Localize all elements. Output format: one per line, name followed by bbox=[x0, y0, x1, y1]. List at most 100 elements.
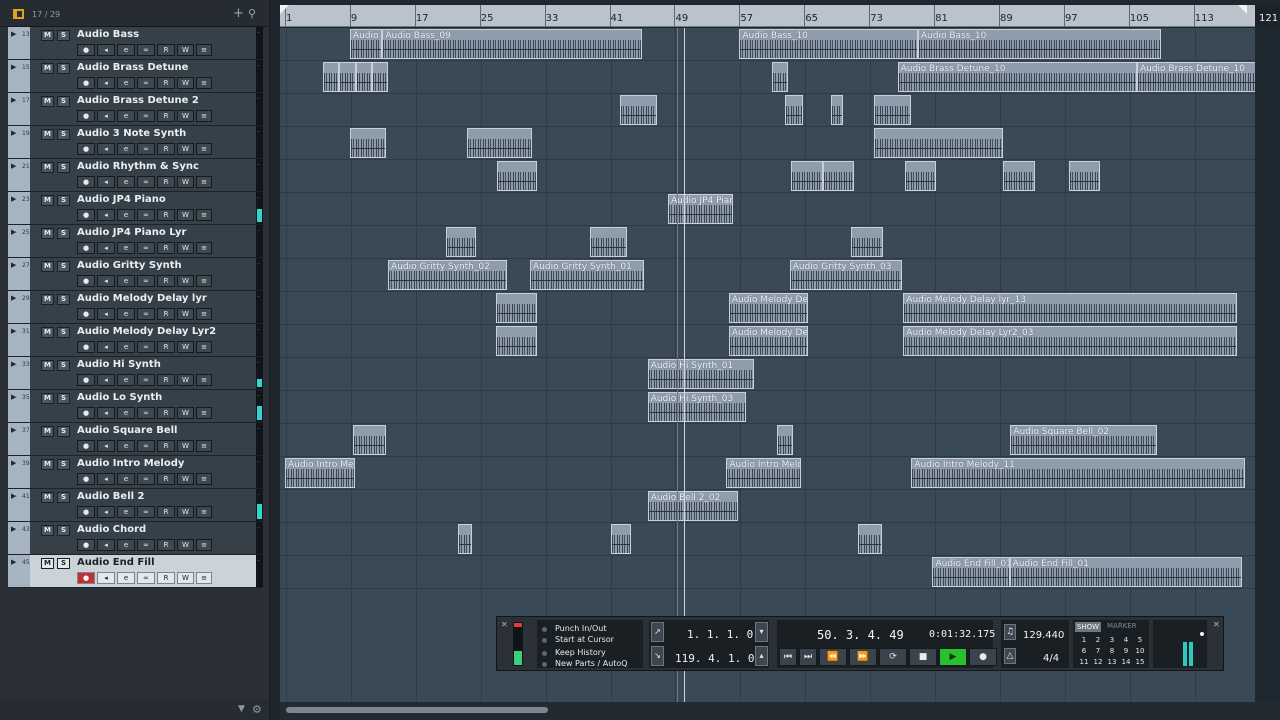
audio-event[interactable]: Audio Gritty Synth_01 bbox=[530, 260, 645, 290]
mute-button[interactable]: M bbox=[41, 492, 54, 503]
audio-event[interactable]: Audio Gritty Synth_02 bbox=[388, 260, 507, 290]
edit-channel-icon[interactable]: e bbox=[117, 77, 135, 89]
audio-event[interactable]: Audio Bass_10 bbox=[739, 29, 918, 59]
solo-button[interactable]: S bbox=[57, 558, 70, 569]
lanes-icon[interactable]: ≡ bbox=[196, 143, 212, 155]
mute-button[interactable]: M bbox=[41, 129, 54, 140]
horizontal-scrollbar[interactable] bbox=[280, 702, 1280, 720]
audio-event[interactable]: Audio Melody Del bbox=[728, 293, 809, 323]
solo-button[interactable]: S bbox=[57, 162, 70, 173]
left-locator-button[interactable]: ↗ bbox=[651, 622, 664, 642]
go-to-end-icon[interactable]: ⏭ bbox=[799, 648, 817, 666]
marker-number-button[interactable]: 1 bbox=[1077, 635, 1091, 645]
read-automation-button[interactable]: R bbox=[157, 473, 175, 485]
track-name[interactable]: Audio Brass Detune bbox=[77, 62, 188, 73]
audio-event[interactable]: Audio Bass_10 bbox=[917, 29, 1162, 59]
audio-event[interactable] bbox=[874, 95, 911, 125]
lanes-icon[interactable]: ≡ bbox=[196, 77, 212, 89]
record-enable-icon[interactable]: ● bbox=[77, 473, 95, 485]
lanes-icon[interactable]: ≡ bbox=[196, 176, 212, 188]
link-icon[interactable]: ∞ bbox=[137, 209, 155, 221]
track-expand-icon[interactable]: ▶ bbox=[11, 30, 16, 38]
edit-channel-icon[interactable]: e bbox=[117, 506, 135, 518]
audio-event[interactable]: Audio Intro Melo bbox=[726, 458, 802, 488]
add-track-icon[interactable]: + bbox=[233, 6, 244, 21]
audio-event[interactable] bbox=[874, 128, 1004, 158]
cursor-toggle-icon[interactable] bbox=[542, 638, 547, 643]
audio-event[interactable] bbox=[339, 62, 356, 92]
read-automation-button[interactable]: R bbox=[157, 374, 175, 386]
edit-channel-icon[interactable]: e bbox=[117, 143, 135, 155]
write-automation-button[interactable]: W bbox=[177, 473, 194, 485]
track-expand-icon[interactable]: ▶ bbox=[11, 261, 16, 269]
read-automation-button[interactable]: R bbox=[157, 143, 175, 155]
position-bars[interactable]: 50. 3. 4. 49 bbox=[817, 628, 904, 642]
mute-button[interactable]: M bbox=[41, 96, 54, 107]
track-row[interactable]: ▶ 31 M S Audio Melody Delay Lyr2 ● ◂ e ∞ R W ≡ ‒ bbox=[8, 324, 263, 357]
marker-number-button[interactable]: 6 bbox=[1077, 646, 1091, 656]
audio-event[interactable] bbox=[495, 326, 537, 356]
audio-event[interactable]: Audio End Fill_01 bbox=[932, 557, 1010, 587]
audio-event[interactable]: Audio Bell 2_02 bbox=[647, 491, 738, 521]
mute-button[interactable]: M bbox=[41, 525, 54, 536]
marker-number-button[interactable]: 10 bbox=[1133, 646, 1147, 656]
lanes-icon[interactable]: ≡ bbox=[196, 242, 212, 254]
audio-event[interactable] bbox=[1068, 161, 1100, 191]
mute-button[interactable]: M bbox=[41, 30, 54, 41]
read-automation-button[interactable]: R bbox=[157, 77, 175, 89]
track-name[interactable]: Audio JP4 Piano bbox=[77, 194, 166, 205]
right-locator-marker[interactable] bbox=[1238, 5, 1247, 14]
read-automation-button[interactable]: R bbox=[157, 242, 175, 254]
monitor-icon[interactable]: ◂ bbox=[97, 143, 115, 155]
track-row[interactable]: ▶ 39 M S Audio Intro Melody ● ◂ e ∞ R W ≡ ‒ bbox=[8, 456, 263, 489]
audio-event[interactable] bbox=[353, 425, 386, 455]
link-icon[interactable]: ∞ bbox=[137, 539, 155, 551]
audio-event[interactable] bbox=[466, 128, 532, 158]
close-icon-right[interactable]: ✕ bbox=[1213, 620, 1220, 629]
audio-event[interactable] bbox=[857, 524, 883, 554]
audio-event[interactable]: Audio Intro Mel bbox=[285, 458, 355, 488]
edit-channel-icon[interactable]: e bbox=[117, 110, 135, 122]
time-signature[interactable]: 4/4 bbox=[1043, 653, 1059, 664]
write-automation-button[interactable]: W bbox=[177, 44, 194, 56]
audio-event[interactable]: Audio Hi Synth_01 bbox=[647, 359, 754, 389]
record-enable-icon[interactable]: ● bbox=[77, 539, 95, 551]
edit-channel-icon[interactable]: e bbox=[117, 209, 135, 221]
monitor-icon[interactable]: ◂ bbox=[97, 275, 115, 287]
monitor-icon[interactable]: ◂ bbox=[97, 374, 115, 386]
tempo-value[interactable]: 129.440 bbox=[1023, 630, 1064, 641]
audio-event[interactable]: Audio End Fill_01 bbox=[1009, 557, 1243, 587]
read-automation-button[interactable]: R bbox=[157, 440, 175, 452]
edit-channel-icon[interactable]: e bbox=[117, 176, 135, 188]
mute-button[interactable]: M bbox=[41, 294, 54, 305]
edit-channel-icon[interactable]: e bbox=[117, 44, 135, 56]
option-start-cursor[interactable]: Start at Cursor bbox=[555, 635, 614, 644]
read-automation-button[interactable]: R bbox=[157, 44, 175, 56]
link-icon[interactable]: ∞ bbox=[137, 110, 155, 122]
write-automation-button[interactable]: W bbox=[177, 539, 194, 551]
track-expand-icon[interactable]: ▶ bbox=[11, 459, 16, 467]
edit-channel-icon[interactable]: e bbox=[117, 572, 135, 584]
track-expand-icon[interactable]: ▶ bbox=[11, 360, 16, 368]
lanes-icon[interactable]: ≡ bbox=[196, 572, 212, 584]
lanes-icon[interactable]: ≡ bbox=[196, 374, 212, 386]
audio-event[interactable]: Audio Brass Detune_10 bbox=[1136, 62, 1255, 92]
lanes-icon[interactable]: ≡ bbox=[196, 407, 212, 419]
audio-event[interactable] bbox=[349, 128, 387, 158]
close-icon[interactable]: ✕ bbox=[501, 620, 508, 629]
option-punch[interactable]: Punch In/Out bbox=[555, 624, 606, 633]
track-row[interactable]: ▶ 17 M S Audio Brass Detune 2 ● ◂ e ∞ R W ≡ ‒ bbox=[8, 93, 263, 126]
track-expand-icon[interactable]: ▶ bbox=[11, 327, 16, 335]
right-locator-button[interactable]: ↘ bbox=[651, 646, 664, 666]
solo-button[interactable]: S bbox=[57, 30, 70, 41]
read-automation-button[interactable]: R bbox=[157, 341, 175, 353]
write-automation-button[interactable]: W bbox=[177, 407, 194, 419]
read-automation-button[interactable]: R bbox=[157, 308, 175, 320]
track-row[interactable]: ▶ 13 M S Audio Bass ● ◂ e ∞ R W ≡ ‒ bbox=[8, 27, 263, 60]
punch-toggle-icon[interactable] bbox=[542, 627, 547, 632]
edit-channel-icon[interactable]: e bbox=[117, 341, 135, 353]
rewind-icon[interactable]: ⏪ bbox=[819, 648, 847, 666]
track-expand-icon[interactable]: ▶ bbox=[11, 63, 16, 71]
solo-button[interactable]: S bbox=[57, 525, 70, 536]
monitor-icon[interactable]: ◂ bbox=[97, 473, 115, 485]
